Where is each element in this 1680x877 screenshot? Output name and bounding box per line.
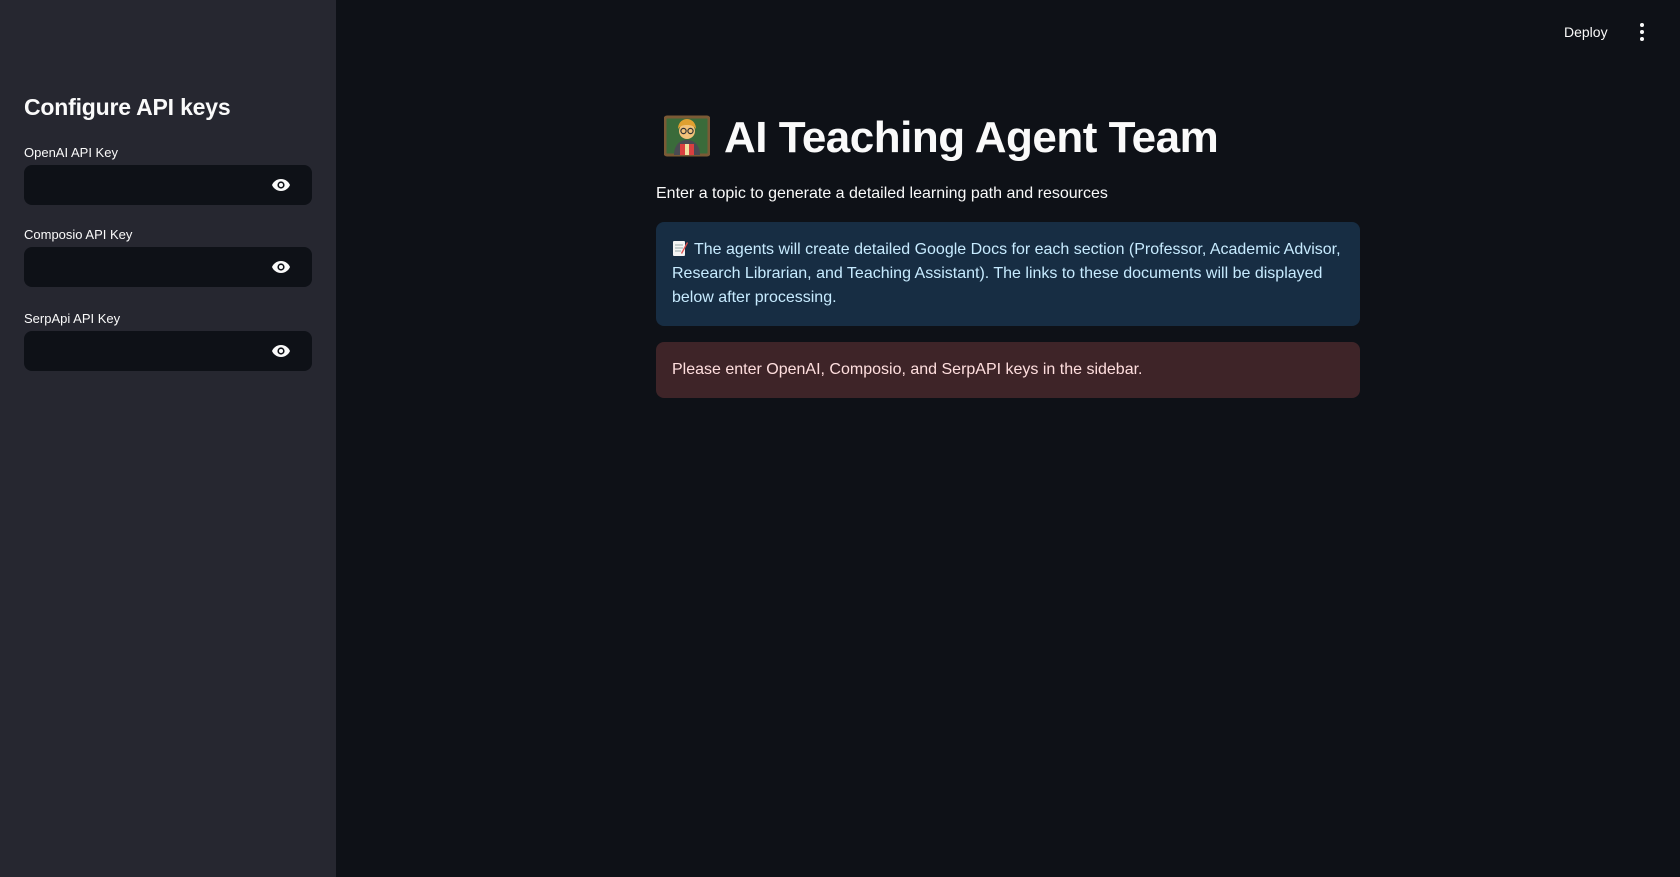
page-subtitle: Enter a topic to generate a detailed lea… — [656, 185, 1108, 202]
title-row: AI Teaching Agent Team — [664, 110, 1219, 166]
app-root: Configure API keys OpenAI API Key Compos… — [0, 0, 1680, 877]
openai-key-field: OpenAI API Key — [24, 143, 312, 205]
composio-key-box — [24, 247, 312, 287]
sidebar-title: Configure API keys — [24, 94, 231, 120]
error-text: Please enter OpenAI, Composio, and SerpA… — [672, 361, 1143, 378]
serpapi-key-box — [24, 331, 312, 371]
sidebar: Configure API keys OpenAI API Key Compos… — [0, 0, 336, 877]
openai-key-input[interactable] — [36, 166, 266, 204]
composio-key-field: Composio API Key — [24, 225, 312, 287]
composio-key-input[interactable] — [36, 248, 266, 286]
memo-icon — [673, 241, 688, 256]
composio-key-label: Composio API Key — [24, 227, 133, 242]
info-alert: The agents will create detailed Google D… — [656, 222, 1360, 326]
eye-icon[interactable] — [270, 257, 292, 277]
eye-icon[interactable] — [270, 175, 292, 195]
openai-key-box — [24, 165, 312, 205]
serpapi-key-label: SerpApi API Key — [24, 311, 121, 326]
more-vertical-icon[interactable] — [1632, 20, 1652, 44]
serpapi-key-input[interactable] — [36, 332, 266, 370]
openai-key-label: OpenAI API Key — [24, 145, 118, 160]
serpapi-key-field: SerpApi API Key — [24, 309, 312, 371]
page-title: AI Teaching Agent Team — [724, 113, 1219, 162]
teacher-emoji-icon — [664, 115, 710, 157]
eye-icon[interactable] — [270, 341, 292, 361]
error-alert: Please enter OpenAI, Composio, and SerpA… — [656, 342, 1360, 398]
info-text: The agents will create detailed Google D… — [672, 241, 1341, 306]
deploy-button[interactable]: Deploy — [1564, 20, 1608, 44]
